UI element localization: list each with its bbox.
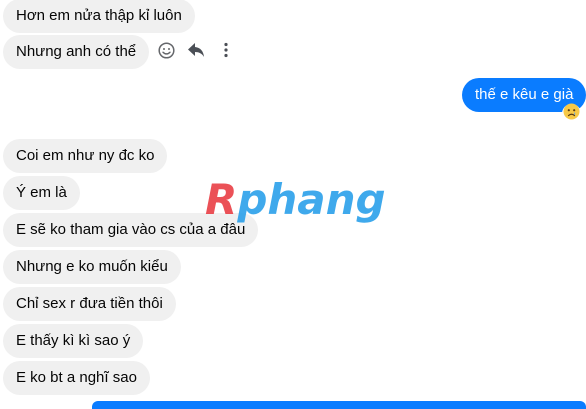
watermark-text: phang: [237, 175, 386, 224]
message-bubble-received[interactable]: E ko bt a nghĩ sao: [3, 361, 150, 395]
message-text: Ý em là: [16, 184, 67, 201]
message-text: thế e kêu e già: [475, 86, 574, 103]
message-text: Nhưng anh có thể: [16, 43, 137, 60]
message-text: Nhưng e ko muốn kiểu: [16, 258, 168, 275]
reply-arrow-icon[interactable]: [186, 40, 206, 60]
message-thread: Hơn em nửa thập kỉ luôn Nhưng anh có thể: [0, 0, 586, 409]
message-bubble-received[interactable]: Nhưng e ko muốn kiểu: [3, 250, 181, 284]
message-text: E sẽ ko tham gia vào cs của a đâu: [16, 221, 246, 238]
message-bubble-received[interactable]: E sẽ ko tham gia vào cs của a đâu: [3, 213, 259, 247]
message-bubble-received[interactable]: Ý em là: [3, 176, 80, 210]
message-bubble-sent-partial[interactable]: [92, 401, 586, 409]
message-bubble-received[interactable]: Hơn em nửa thập kỉ luôn: [3, 0, 195, 33]
reaction-badge[interactable]: [562, 103, 581, 125]
message-bubble-received[interactable]: Chỉ sex r đưa tiền thôi: [3, 287, 176, 321]
message-bubble-received[interactable]: Nhưng anh có thể: [3, 35, 150, 69]
message-text: Chỉ sex r đưa tiền thôi: [16, 295, 163, 312]
message-text: Coi em như ny đc ko: [16, 147, 155, 164]
react-smiley-icon[interactable]: [156, 40, 176, 60]
more-options-icon[interactable]: [216, 40, 236, 60]
message-bubble-received[interactable]: Coi em như ny đc ko: [3, 139, 168, 173]
message-text: E thấy kì kì sao ý: [16, 332, 131, 349]
message-text: Hơn em nửa thập kỉ luôn: [16, 7, 182, 24]
message-text: E ko bt a nghĩ sao: [16, 369, 137, 386]
message-actions: [156, 37, 236, 63]
message-bubble-received[interactable]: E thấy kì kì sao ý: [3, 324, 144, 358]
sad-face-icon: [563, 103, 580, 125]
